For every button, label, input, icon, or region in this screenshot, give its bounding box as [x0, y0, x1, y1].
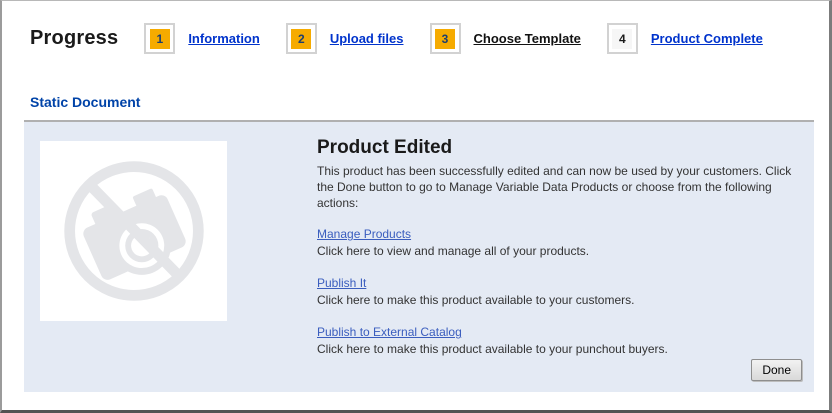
step-product-complete-link[interactable]: Product Complete — [651, 31, 763, 46]
no-photo-camera-icon — [56, 153, 212, 309]
action-publish-external-catalog: Publish to External Catalog Click here t… — [317, 323, 804, 357]
progress-title: Progress — [30, 27, 118, 50]
step-1-box: 1 — [144, 23, 175, 54]
step-choose-template: 3 Choose Template — [430, 23, 581, 54]
step-choose-template-link[interactable]: Choose Template — [474, 31, 581, 46]
progress-bar: Progress 1 Information 2 Upload files 3 … — [2, 1, 829, 57]
step-4-box: 4 — [607, 23, 638, 54]
panel-content: Product Edited This product has been suc… — [317, 137, 804, 372]
panel-description: This product has been successfully edite… — [317, 163, 804, 211]
action-publish-it: Publish It Click here to make this produ… — [317, 274, 804, 308]
step-upload-files-link[interactable]: Upload files — [330, 31, 404, 46]
panel-heading: Product Edited — [317, 137, 804, 159]
step-3-number: 3 — [435, 29, 455, 49]
step-1-number: 1 — [150, 29, 170, 49]
step-3-box: 3 — [430, 23, 461, 54]
step-information: 1 Information — [144, 23, 260, 54]
manage-products-link[interactable]: Manage Products — [317, 226, 411, 242]
step-product-complete: 4 Product Complete — [607, 23, 763, 54]
step-upload-files: 2 Upload files — [286, 23, 404, 54]
step-2-box: 2 — [286, 23, 317, 54]
step-2-number: 2 — [291, 29, 311, 49]
page-title: Static Document — [30, 94, 829, 110]
publish-external-catalog-link[interactable]: Publish to External Catalog — [317, 324, 462, 340]
publish-it-link[interactable]: Publish It — [317, 275, 366, 291]
wizard-screen: Progress 1 Information 2 Upload files 3 … — [0, 0, 832, 413]
done-button[interactable]: Done — [751, 359, 802, 381]
publish-it-description: Click here to make this product availabl… — [317, 292, 804, 308]
action-manage-products: Manage Products Click here to view and m… — [317, 225, 804, 259]
step-information-link[interactable]: Information — [188, 31, 260, 46]
step-4-number: 4 — [612, 29, 632, 49]
product-edited-panel: Product Edited This product has been suc… — [24, 120, 814, 392]
publish-external-catalog-description: Click here to make this product availabl… — [317, 341, 804, 357]
manage-products-description: Click here to view and manage all of you… — [317, 243, 804, 259]
product-image-placeholder — [40, 141, 227, 321]
